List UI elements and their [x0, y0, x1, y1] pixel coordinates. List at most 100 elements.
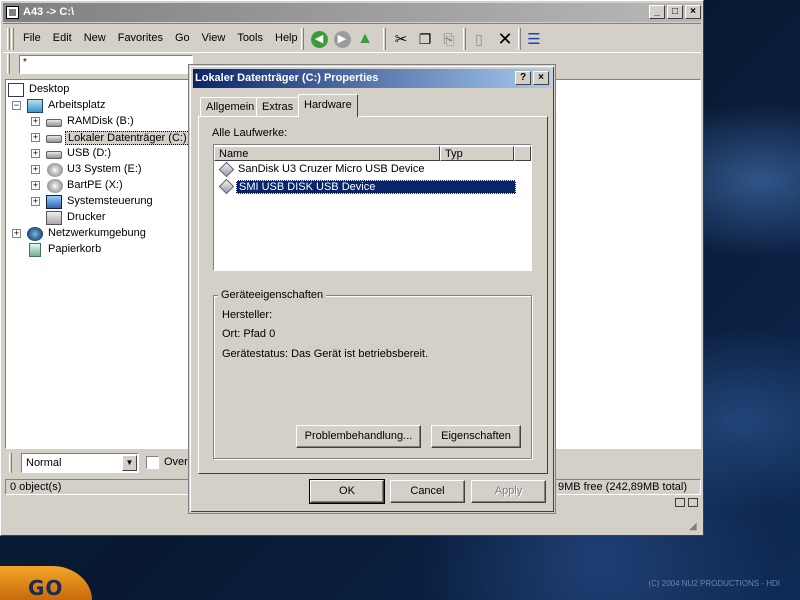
back-arrow-icon: ◀	[310, 30, 328, 48]
overwrite-checkbox-label: Over	[164, 456, 188, 468]
column-spacer	[514, 146, 531, 161]
paste-button[interactable]: ⎘	[438, 28, 460, 50]
tab-allgemein[interactable]: Allgemein	[200, 97, 261, 116]
tree-label: USB (D:)	[67, 147, 111, 159]
menu-tools[interactable]: Tools	[231, 32, 269, 44]
column-type[interactable]: Typ	[440, 146, 514, 161]
folder-tree[interactable]: Desktop − Arbeitsplatz + RAMDisk (B:) + …	[5, 79, 195, 449]
help-button[interactable]: ?	[515, 71, 531, 85]
restore-pane-icon[interactable]	[675, 498, 685, 507]
toolbar-separator	[383, 28, 386, 50]
usb-device-icon	[218, 178, 235, 195]
tab-hardware[interactable]: Hardware	[298, 94, 358, 117]
forward-button[interactable]: ▶	[331, 28, 353, 50]
device-properties-legend: Geräteeigenschaften	[218, 289, 327, 301]
list-view-icon: ☰	[527, 31, 541, 48]
scissors-icon: ✂	[394, 31, 408, 48]
collapse-icon[interactable]: −	[12, 101, 21, 110]
forward-arrow-icon: ▶	[333, 30, 351, 48]
tree-label: BartPE (X:)	[67, 179, 123, 191]
minimize-button[interactable]: _	[649, 5, 665, 19]
cd-drive-icon	[47, 163, 63, 177]
drives-list[interactable]: Name Typ SanDisk U3 Cruzer Micro USB Dev…	[213, 144, 532, 271]
overwrite-checkbox[interactable]	[146, 456, 159, 469]
view-mode-select[interactable]: Normal ▼	[21, 453, 139, 473]
ok-button[interactable]: OK	[309, 479, 385, 504]
dialog-close-button[interactable]: ×	[533, 71, 549, 85]
device-name: SanDisk U3 Cruzer Micro USB Device	[238, 163, 425, 175]
tree-label: Systemsteuerung	[67, 195, 153, 207]
printer-icon	[46, 211, 62, 225]
expand-icon[interactable]: +	[31, 133, 40, 142]
menu-new[interactable]: New	[78, 32, 112, 44]
delete-x-icon: ✕	[497, 28, 513, 49]
menu-help[interactable]: Help	[269, 32, 304, 44]
resize-grip-icon[interactable]: ◢	[689, 521, 697, 532]
expand-icon[interactable]: +	[31, 165, 40, 174]
menu-favorites[interactable]: Favorites	[112, 32, 169, 44]
all-drives-label: Alle Laufwerke:	[212, 127, 288, 139]
menu-go[interactable]: Go	[169, 32, 196, 44]
app-icon	[6, 6, 19, 19]
toolbar-row: File Edit New Favorites Go View Tools He…	[3, 23, 701, 53]
menu-grip[interactable]	[7, 28, 10, 50]
address-input[interactable]: *	[19, 55, 193, 74]
menu-bar: File Edit New Favorites Go View Tools He…	[17, 32, 304, 44]
toolbar-grip[interactable]	[301, 28, 304, 50]
tree-label: Lokaler Datenträger (C:)	[65, 131, 190, 145]
copyright-text: (C) 2004 NU2 PRODUCTIONS - HDI	[648, 579, 780, 588]
copy-button[interactable]: ❐	[414, 28, 436, 50]
computer-icon	[27, 99, 43, 113]
status-object-count: 0 object(s)	[5, 479, 191, 495]
tab-extras[interactable]: Extras	[256, 97, 300, 116]
menu-file[interactable]: File	[17, 32, 47, 44]
dialog-title: Lokaler Datenträger (C:) Properties	[195, 72, 379, 84]
device-properties-button[interactable]: Eigenschaften	[431, 425, 521, 448]
maximize-pane-icon[interactable]	[688, 498, 698, 507]
toolbar-separator-3	[518, 28, 521, 50]
column-name[interactable]: Name	[214, 146, 440, 161]
tree-label: Arbeitsplatz	[48, 99, 106, 111]
troubleshoot-button[interactable]: Problembehandlung...	[296, 425, 421, 448]
manufacturer-label: Hersteller:	[222, 309, 273, 321]
delete-button[interactable]: ✕	[494, 28, 516, 50]
expand-icon[interactable]: +	[31, 117, 40, 126]
cd-drive-icon	[47, 179, 63, 193]
cancel-button[interactable]: Cancel	[390, 480, 465, 503]
tree-label: Drucker	[67, 211, 106, 223]
copy-icon: ❐	[418, 30, 432, 47]
apply-button[interactable]: Apply	[471, 480, 546, 503]
window-title: A43 -> C:\	[23, 6, 75, 18]
cut-button[interactable]: ✂	[390, 28, 412, 50]
close-button[interactable]: ×	[685, 5, 701, 19]
back-button[interactable]: ◀	[308, 28, 330, 50]
menu-grip-2[interactable]	[11, 28, 14, 50]
up-arrow-icon: ▲	[357, 30, 373, 47]
location-label: Ort: Pfad 0	[222, 328, 276, 340]
menu-edit[interactable]: Edit	[47, 32, 78, 44]
bottom-grip[interactable]	[9, 453, 12, 473]
dialog-titlebar[interactable]: Lokaler Datenträger (C:) Properties ? ×	[193, 69, 551, 88]
up-button[interactable]: ▲	[354, 28, 376, 50]
menu-view[interactable]: View	[196, 32, 232, 44]
maximize-button[interactable]: □	[667, 5, 683, 19]
file-list-pane[interactable]	[555, 79, 701, 449]
expand-icon[interactable]: +	[31, 149, 40, 158]
device-name: SMI USB DISK USB Device	[236, 180, 516, 194]
apply-label: Apply	[494, 485, 523, 497]
explorer-titlebar[interactable]: A43 -> C:\ _ □ ×	[3, 3, 701, 22]
network-icon	[27, 227, 43, 241]
address-grip[interactable]	[7, 54, 10, 74]
usb-device-icon	[218, 161, 235, 178]
recycle-bin-icon	[29, 243, 41, 257]
document-icon: ▯	[475, 30, 483, 47]
expand-icon[interactable]: +	[31, 181, 40, 190]
expand-icon[interactable]: +	[12, 229, 21, 238]
paste-icon: ⎘	[443, 30, 455, 47]
views-button[interactable]: ☰	[523, 28, 545, 50]
list-header: Name Typ	[214, 146, 531, 161]
properties-toolbar-button[interactable]: ▯	[468, 28, 490, 50]
expand-icon[interactable]: +	[31, 197, 40, 206]
control-panel-icon	[46, 195, 62, 209]
chevron-down-icon[interactable]: ▼	[122, 455, 137, 471]
